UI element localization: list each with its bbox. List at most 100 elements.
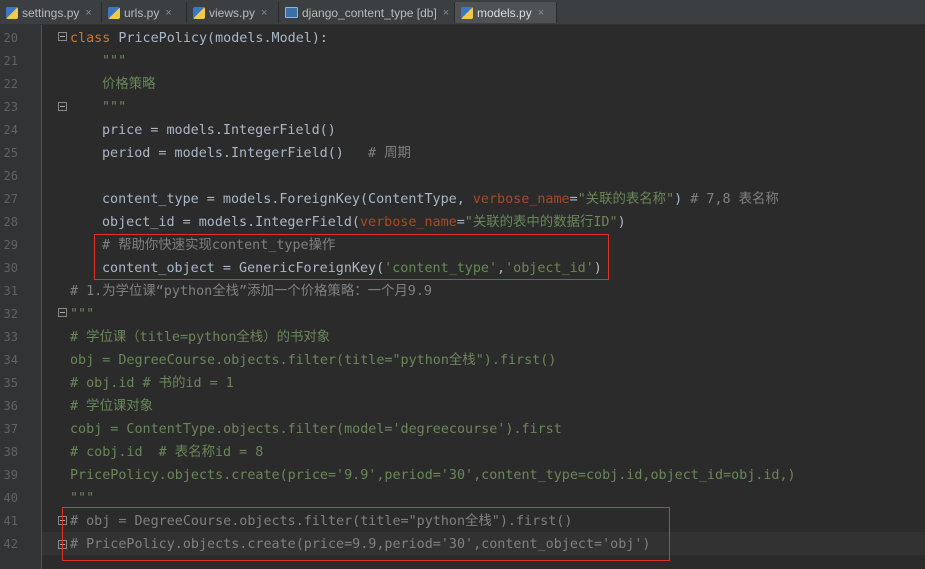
tab-django-content-type-db[interactable]: django_content_type [db] × — [279, 2, 455, 23]
code-text: = — [569, 192, 578, 207]
line-number: 26 — [3, 169, 18, 183]
line-number: 24 — [3, 123, 18, 137]
python-file-icon — [461, 6, 473, 19]
line-number: 21 — [3, 54, 18, 68]
code-line-24[interactable]: price = models.IntegerField() — [102, 119, 336, 142]
fold-marker-icon[interactable] — [58, 308, 67, 317]
tab-views-py[interactable]: views.py × — [187, 2, 279, 23]
docstring-text: ,period= — [376, 468, 441, 483]
close-icon[interactable]: × — [261, 7, 267, 19]
line-number: 41 — [3, 514, 18, 528]
docstring-text: cobj = ContentType.objects.filter(model= — [70, 422, 393, 437]
line-number: 27 — [3, 192, 18, 206]
code-line-32[interactable]: """ — [70, 303, 94, 326]
line-number: 25 — [3, 146, 18, 160]
close-icon[interactable]: × — [538, 7, 544, 19]
docstring-text: 'degreecourse' — [392, 422, 506, 437]
code-line-25[interactable]: period = models.IntegerField() # 周期 — [102, 142, 411, 165]
code-text: price = models.IntegerField() — [102, 123, 336, 138]
tab-models-py[interactable]: models.py × — [455, 2, 557, 23]
line-number: 23 — [3, 100, 18, 114]
docstring-quote: """ — [102, 54, 127, 69]
docstring-quote: """ — [70, 307, 95, 322]
string-literal: "关联的表名称" — [577, 192, 675, 207]
database-table-icon — [285, 7, 298, 18]
code-text: period = models.IntegerField() — [102, 146, 344, 161]
line-number: 22 — [3, 77, 18, 91]
code-line-38[interactable]: # cobj.id # 表名称id = 8 — [70, 441, 263, 464]
line-number: 35 — [3, 376, 18, 390]
line-number: 39 — [3, 468, 18, 482]
string-literal: "关联的表中的数据行ID" — [464, 215, 618, 230]
code-comment: # 周期 — [368, 146, 411, 161]
tab-settings-py[interactable]: settings.py × — [0, 2, 102, 23]
docstring-text: ).first — [505, 422, 562, 437]
code-line-22[interactable]: 价格策略 — [102, 73, 156, 96]
code-comment: # 1.为学位课“python全栈”添加一个价格策略：一个月9.9 — [70, 284, 432, 299]
docstring-text: 价格策略 — [102, 77, 156, 92]
python-file-icon — [193, 6, 205, 19]
annotation-highlight-box — [62, 507, 670, 561]
fold-marker-icon[interactable] — [58, 32, 67, 41]
class-declaration: PricePolicy(models.Model): — [110, 31, 328, 46]
line-number: 40 — [3, 491, 18, 505]
code-text: ) — [674, 192, 683, 207]
keyword-argument: verbose_name — [359, 215, 457, 230]
line-number: 33 — [3, 330, 18, 344]
code-text: content_type = models.ForeignKey(Content… — [102, 192, 473, 207]
code-comment: # 7,8 表名称 — [682, 192, 779, 207]
docstring-text: ).first() — [483, 353, 557, 368]
code-line-37[interactable]: cobj = ContentType.objects.filter(model=… — [70, 418, 562, 441]
docstring-text: # 学位课（title=python全栈）的书对象 — [70, 330, 331, 345]
python-file-icon — [108, 6, 120, 19]
code-line-35[interactable]: # obj.id # 书的id = 1 — [70, 372, 234, 395]
close-icon[interactable]: × — [443, 7, 449, 19]
code-line-31[interactable]: # 1.为学位课“python全栈”添加一个价格策略：一个月9.9 — [70, 280, 432, 303]
tab-label: views.py — [209, 5, 256, 20]
keyword: class — [70, 31, 111, 46]
code-line-34[interactable]: obj = DegreeCourse.objects.filter(title=… — [70, 349, 556, 372]
tab-label: urls.py — [124, 5, 160, 20]
line-number: 29 — [3, 238, 18, 252]
tab-urls-py[interactable]: urls.py × — [102, 2, 187, 23]
line-number: 38 — [3, 445, 18, 459]
python-file-icon — [6, 6, 18, 19]
docstring-quote: """ — [102, 100, 127, 115]
close-icon[interactable]: × — [85, 7, 91, 19]
line-number: 42 — [3, 537, 18, 551]
code-line-21[interactable]: """ — [102, 50, 126, 73]
line-number: 20 — [3, 31, 18, 45]
docstring-text: PricePolicy.objects.create(price= — [70, 468, 337, 483]
code-line-36[interactable]: # 学位课对象 — [70, 395, 153, 418]
code-line-23[interactable]: """ — [102, 96, 126, 119]
line-number: 36 — [3, 399, 18, 413]
docstring-text: '9.9' — [336, 468, 377, 483]
annotation-highlight-box — [94, 234, 609, 280]
docstring-quote: """ — [70, 491, 95, 506]
docstring-text: # 学位课对象 — [70, 399, 154, 414]
code-text: = — [456, 215, 465, 230]
line-number: 31 — [3, 284, 18, 298]
docstring-text: "python全栈" — [392, 353, 484, 368]
docstring-text: obj = DegreeCourse.objects.filter(title= — [70, 353, 393, 368]
close-icon[interactable]: × — [165, 7, 171, 19]
line-number: 32 — [3, 307, 18, 321]
docstring-text: '30' — [440, 468, 474, 483]
code-text: ) — [617, 215, 626, 230]
code-line-28[interactable]: object_id = models.IntegerField(verbose_… — [102, 211, 626, 234]
fold-marker-icon[interactable] — [58, 102, 67, 111]
tab-label: django_content_type [db] — [302, 5, 437, 20]
keyword-argument: verbose_name — [472, 192, 570, 207]
line-number: 30 — [3, 261, 18, 275]
code-line-39[interactable]: PricePolicy.objects.create(price='9.9',p… — [70, 464, 796, 487]
tab-label: models.py — [477, 5, 532, 20]
code-line-20[interactable]: class PricePolicy(models.Model): — [70, 27, 328, 50]
docstring-text: # cobj.id # 表名称id = 8 — [70, 445, 264, 460]
editor-tab-bar: settings.py × urls.py × views.py × djang… — [0, 0, 925, 25]
line-number: 34 — [3, 353, 18, 367]
code-line-33[interactable]: # 学位课（title=python全栈）的书对象 — [70, 326, 330, 349]
code-line-27[interactable]: content_type = models.ForeignKey(Content… — [102, 188, 779, 211]
tab-label: settings.py — [22, 5, 80, 20]
line-number: 28 — [3, 215, 18, 229]
line-number: 37 — [3, 422, 18, 436]
